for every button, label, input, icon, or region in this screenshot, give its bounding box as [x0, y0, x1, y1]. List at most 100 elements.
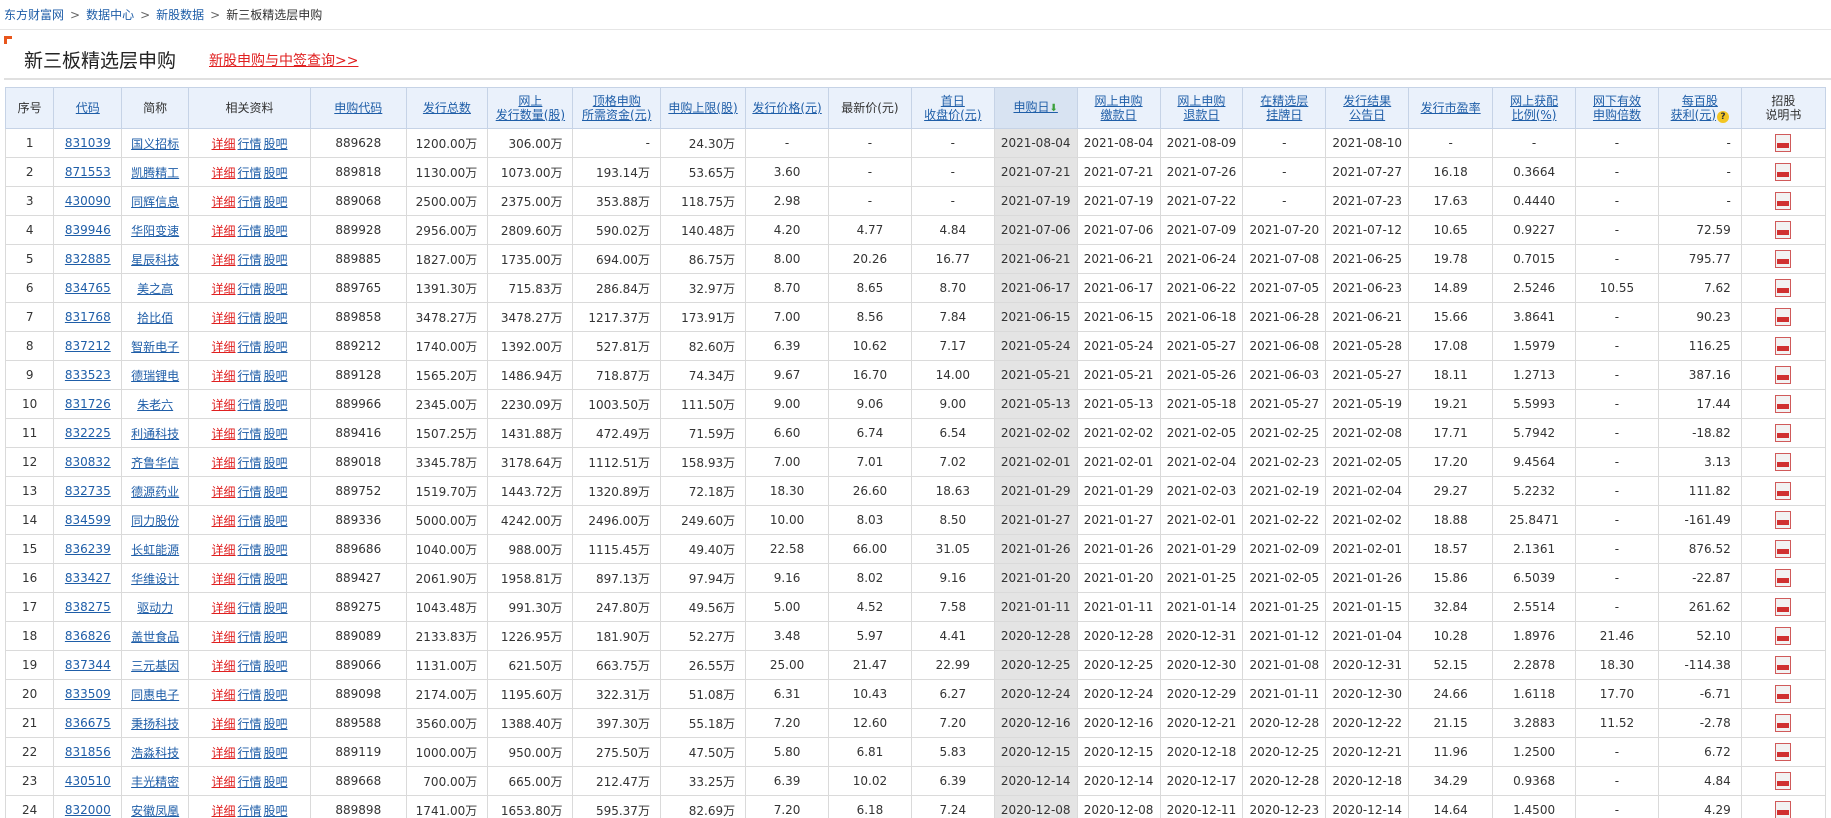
- quote-link[interactable]: 行情: [238, 804, 262, 818]
- pdf-icon[interactable]: [1775, 540, 1792, 558]
- header-limit[interactable]: 申购上限(股): [659, 87, 747, 129]
- detail-link[interactable]: 详细: [212, 224, 236, 238]
- stock-code-link[interactable]: 833509: [65, 687, 111, 701]
- forum-link[interactable]: 股吧: [264, 775, 288, 789]
- quote-link[interactable]: 行情: [238, 427, 262, 441]
- forum-link[interactable]: 股吧: [264, 572, 288, 586]
- quote-link[interactable]: 行情: [238, 137, 262, 151]
- detail-link[interactable]: 详细: [212, 485, 236, 499]
- stock-code-link[interactable]: 830832: [65, 455, 111, 469]
- quote-link[interactable]: 行情: [238, 456, 262, 470]
- quote-link[interactable]: 行情: [238, 688, 262, 702]
- detail-link[interactable]: 详细: [212, 282, 236, 296]
- detail-link[interactable]: 详细: [212, 369, 236, 383]
- stock-code-link[interactable]: 834765: [65, 281, 111, 295]
- pdf-icon[interactable]: [1775, 366, 1792, 384]
- pdf-icon[interactable]: [1775, 192, 1792, 210]
- stock-code-link[interactable]: 838275: [65, 600, 111, 614]
- quote-link[interactable]: 行情: [238, 746, 262, 760]
- stock-name-link[interactable]: 朱老六: [137, 398, 173, 412]
- stock-name-link[interactable]: 盖世食品: [131, 630, 179, 644]
- detail-link[interactable]: 详细: [212, 456, 236, 470]
- header-code[interactable]: 代码: [53, 87, 123, 129]
- header-sub-code[interactable]: 申购代码: [310, 87, 407, 129]
- stock-name-link[interactable]: 同辉信息: [131, 195, 179, 209]
- stock-code-link[interactable]: 430090: [65, 194, 111, 208]
- quote-link[interactable]: 行情: [238, 485, 262, 499]
- detail-link[interactable]: 详细: [212, 601, 236, 615]
- breadcrumb-ipo-data-link[interactable]: 新股数据: [156, 8, 204, 22]
- stock-name-link[interactable]: 利通科技: [131, 427, 179, 441]
- pdf-icon[interactable]: [1775, 308, 1792, 326]
- stock-code-link[interactable]: 832225: [65, 426, 111, 440]
- forum-link[interactable]: 股吧: [264, 485, 288, 499]
- forum-link[interactable]: 股吧: [264, 137, 288, 151]
- stock-code-link[interactable]: 430510: [65, 774, 111, 788]
- detail-link[interactable]: 详细: [212, 340, 236, 354]
- stock-code-link[interactable]: 837344: [65, 658, 111, 672]
- pdf-icon[interactable]: [1775, 221, 1792, 239]
- stock-name-link[interactable]: 长虹能源: [131, 543, 179, 557]
- stock-name-link[interactable]: 星辰科技: [131, 253, 179, 267]
- quote-link[interactable]: 行情: [238, 630, 262, 644]
- detail-link[interactable]: 详细: [212, 253, 236, 267]
- quote-link[interactable]: 行情: [238, 282, 262, 296]
- pdf-icon[interactable]: [1775, 395, 1792, 413]
- detail-link[interactable]: 详细: [212, 572, 236, 586]
- stock-name-link[interactable]: 同力股份: [131, 514, 179, 528]
- detail-link[interactable]: 详细: [212, 427, 236, 441]
- forum-link[interactable]: 股吧: [264, 456, 288, 470]
- stock-name-link[interactable]: 凯腾精工: [131, 166, 179, 180]
- quote-link[interactable]: 行情: [238, 369, 262, 383]
- forum-link[interactable]: 股吧: [264, 253, 288, 267]
- detail-link[interactable]: 详细: [212, 195, 236, 209]
- pdf-icon[interactable]: [1775, 772, 1792, 790]
- pdf-icon[interactable]: [1775, 250, 1792, 268]
- quote-link[interactable]: 行情: [238, 398, 262, 412]
- header-first-close[interactable]: 首日 收盘价(元): [910, 87, 995, 129]
- detail-link[interactable]: 详细: [212, 398, 236, 412]
- pdf-icon[interactable]: [1775, 337, 1792, 355]
- detail-link[interactable]: 详细: [212, 137, 236, 151]
- stock-code-link[interactable]: 836239: [65, 542, 111, 556]
- stock-name-link[interactable]: 华阳变速: [131, 224, 179, 238]
- quote-link[interactable]: 行情: [238, 659, 262, 673]
- quote-link[interactable]: 行情: [238, 717, 262, 731]
- quote-link[interactable]: 行情: [238, 543, 262, 557]
- pdf-icon[interactable]: [1775, 424, 1792, 442]
- stock-name-link[interactable]: 美之高: [137, 282, 173, 296]
- stock-name-link[interactable]: 德瑞锂电: [131, 369, 179, 383]
- stock-name-link[interactable]: 驱动力: [137, 601, 173, 615]
- header-pay-date[interactable]: 网上申购 缴款日: [1076, 87, 1161, 129]
- breadcrumb-home-link[interactable]: 东方财富网: [4, 8, 64, 22]
- stock-name-link[interactable]: 秉扬科技: [131, 717, 179, 731]
- quote-link[interactable]: 行情: [238, 775, 262, 789]
- quote-link[interactable]: 行情: [238, 601, 262, 615]
- forum-link[interactable]: 股吧: [264, 224, 288, 238]
- forum-link[interactable]: 股吧: [264, 688, 288, 702]
- stock-name-link[interactable]: 丰光精密: [131, 775, 179, 789]
- stock-name-link[interactable]: 同惠电子: [131, 688, 179, 702]
- forum-link[interactable]: 股吧: [264, 369, 288, 383]
- stock-code-link[interactable]: 834599: [65, 513, 111, 527]
- pdf-icon[interactable]: [1775, 163, 1792, 181]
- pdf-icon[interactable]: [1775, 801, 1792, 818]
- stock-code-link[interactable]: 831768: [65, 310, 111, 324]
- stock-code-link[interactable]: 836826: [65, 629, 111, 643]
- forum-link[interactable]: 股吧: [264, 659, 288, 673]
- help-icon[interactable]: ?: [1717, 110, 1730, 123]
- quote-link[interactable]: 行情: [238, 514, 262, 528]
- detail-link[interactable]: 详细: [212, 514, 236, 528]
- ipo-query-link[interactable]: 新股申购与中签查询>>: [209, 50, 358, 70]
- forum-link[interactable]: 股吧: [264, 601, 288, 615]
- stock-code-link[interactable]: 831856: [65, 745, 111, 759]
- forum-link[interactable]: 股吧: [264, 311, 288, 325]
- stock-name-link[interactable]: 智新电子: [131, 340, 179, 354]
- forum-link[interactable]: 股吧: [264, 746, 288, 760]
- stock-name-link[interactable]: 华维设计: [131, 572, 179, 586]
- quote-link[interactable]: 行情: [238, 224, 262, 238]
- detail-link[interactable]: 详细: [212, 166, 236, 180]
- forum-link[interactable]: 股吧: [264, 717, 288, 731]
- header-result-date[interactable]: 发行结果 公告日: [1325, 87, 1410, 129]
- pdf-icon[interactable]: [1775, 627, 1792, 645]
